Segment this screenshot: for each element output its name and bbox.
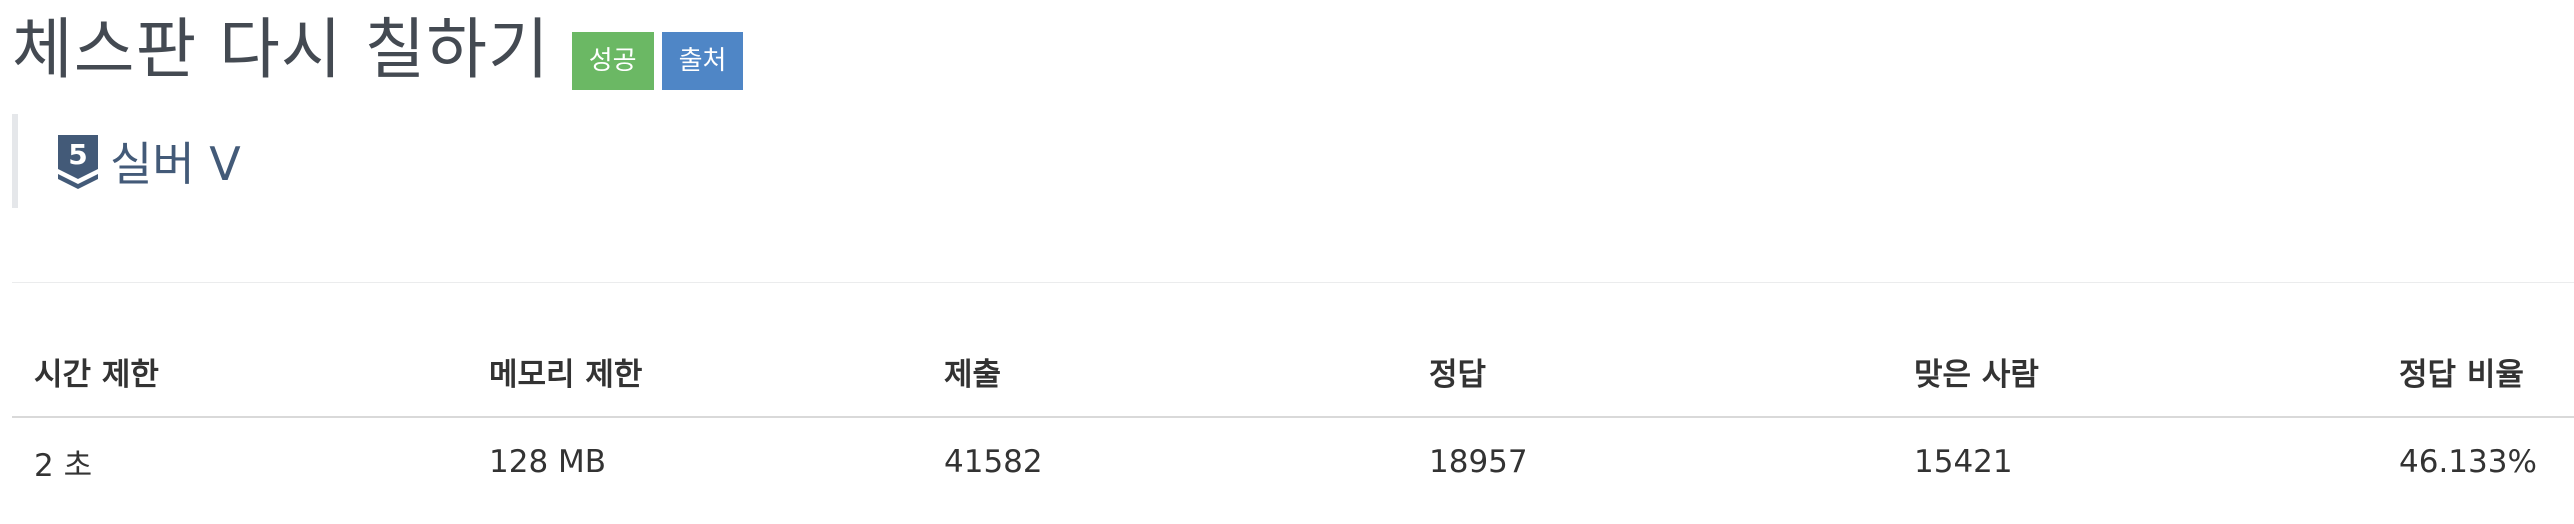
problem-stats-table: 시간 제한 메모리 제한 제출 정답 맞은 사람 정답 비율 2 초 128 M… <box>12 326 2574 506</box>
header-submissions: 제출 <box>922 326 1407 418</box>
cell-solvers: 15421 <box>1914 444 2013 480</box>
cell-submissions: 41582 <box>944 444 1043 480</box>
cell-accepted: 18957 <box>1429 444 1528 480</box>
problem-page: 체스판 다시 칠하기 성공 출처 5 실버 V 시간 제한 메모리 제한 제출 … <box>0 0 2574 524</box>
success-badge[interactable]: 성공 <box>571 32 654 90</box>
cell-time-limit: 2 초 <box>34 447 93 484</box>
silver-tier-icon: 5 <box>58 135 98 189</box>
table-header-row: 시간 제한 메모리 제한 제출 정답 맞은 사람 정답 비율 <box>12 326 2574 418</box>
header-time-limit: 시간 제한 <box>12 326 467 418</box>
header-accept-ratio: 정답 비율 <box>2377 326 2574 418</box>
header-accepted: 정답 <box>1407 326 1892 418</box>
header-memory-limit: 메모리 제한 <box>467 326 922 418</box>
tier-label: 실버 V <box>110 137 241 191</box>
cell-memory-limit: 128 MB <box>489 444 607 480</box>
tier-section: 5 실버 V <box>12 114 918 208</box>
problem-header: 체스판 다시 칠하기 성공 출처 <box>12 0 751 100</box>
header-solvers: 맞은 사람 <box>1892 326 2377 418</box>
cell-accept-ratio: 46.133% <box>2399 444 2537 480</box>
problem-title: 체스판 다시 칠하기 <box>12 11 550 88</box>
table-row: 2 초 128 MB 41582 18957 15421 46.133% <box>12 417 2574 506</box>
divider <box>12 282 2574 283</box>
source-badge[interactable]: 출처 <box>661 32 744 90</box>
tier-number: 5 <box>68 138 87 171</box>
